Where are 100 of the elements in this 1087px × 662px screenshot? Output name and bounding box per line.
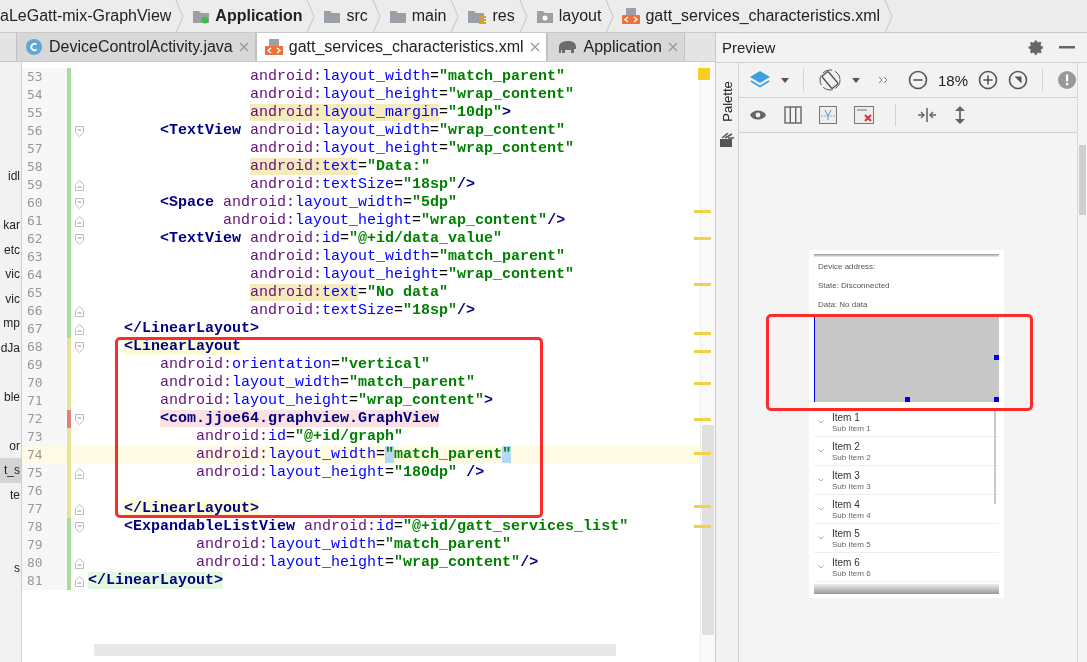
line-number: 61 <box>22 212 67 230</box>
item-subtitle: Sub Item 1 <box>831 423 871 433</box>
scrollbar-thumb[interactable] <box>701 425 714 635</box>
project-tree-item[interactable]: vic <box>0 286 21 311</box>
fold-icon[interactable] <box>75 413 84 425</box>
warning-indicator-icon <box>697 68 710 80</box>
line-number: 75 <box>22 464 67 482</box>
breadcrumb-item[interactable]: Application <box>184 0 307 32</box>
fold-icon[interactable] <box>75 341 84 353</box>
warning-stripe-mark <box>693 332 711 335</box>
fold-icon[interactable] <box>75 557 84 569</box>
item-title: Item 6 <box>831 556 861 568</box>
close-icon[interactable] <box>238 42 249 52</box>
vertical-resize-icon[interactable] <box>953 105 966 125</box>
line-number: 53 <box>22 68 67 86</box>
project-tree-item[interactable]: dJa <box>0 335 21 360</box>
fold-icon[interactable] <box>75 503 84 515</box>
folder-icon <box>388 8 407 24</box>
code-line: android:id="@+id/graph" <box>195 428 404 446</box>
preview-text: State: Disconnected <box>816 280 891 292</box>
fold-icon[interactable] <box>75 233 84 245</box>
chevron-down-icon <box>817 420 824 424</box>
warning-icon[interactable] <box>1057 70 1077 90</box>
settings-icon[interactable] <box>1028 39 1045 56</box>
project-tree-item[interactable]: etc <box>0 237 21 262</box>
line-number: 77 <box>22 500 67 518</box>
code-line: android:layout_width="match_parent" <box>159 374 476 392</box>
item-subtitle: Sub Item 6 <box>831 568 871 578</box>
breadcrumb-item[interactable]: main <box>380 0 451 32</box>
eye-icon[interactable] <box>748 109 767 121</box>
project-tree-item[interactable]: t_s <box>0 458 21 483</box>
fold-icon[interactable] <box>75 125 84 137</box>
project-tree-item[interactable]: kar <box>0 213 21 238</box>
item-title: Item 3 <box>831 469 861 481</box>
project-tree-item[interactable]: vic <box>0 262 21 287</box>
fold-icon[interactable] <box>75 467 84 479</box>
breadcrumb-item[interactable]: res <box>459 0 519 32</box>
project-tree-item[interactable]: s <box>0 556 21 581</box>
editor-tab[interactable]: Application <box>546 33 685 61</box>
module-folder-icon <box>192 8 211 24</box>
item-subtitle: Sub Item 4 <box>831 510 871 520</box>
zoom-out-icon[interactable] <box>907 70 928 90</box>
warning-stripe-mark <box>693 283 711 286</box>
fold-icon[interactable] <box>75 179 84 191</box>
breadcrumb-item[interactable]: src <box>315 0 372 32</box>
warning-stripe-mark <box>693 452 711 455</box>
rotate-icon[interactable] <box>817 68 842 92</box>
project-tree-item[interactable]: ble <box>0 384 21 409</box>
code-line: </LinearLayout> <box>123 320 260 338</box>
item-title: Item 4 <box>831 498 861 510</box>
resize-handle[interactable] <box>904 397 910 402</box>
minimize-icon[interactable] <box>1059 45 1075 50</box>
project-tree-item[interactable]: te <box>0 482 21 507</box>
line-number: 55 <box>22 104 67 122</box>
code-line: android:layout_height="180dp" /> <box>195 464 485 482</box>
fold-icon[interactable] <box>75 197 84 209</box>
line-number: 78 <box>22 518 67 536</box>
resize-handle[interactable] <box>993 397 999 402</box>
line-number: 76 <box>22 482 67 500</box>
close-icon[interactable] <box>667 42 678 52</box>
breadcrumb-item[interactable]: layout <box>527 0 606 32</box>
layers-icon[interactable] <box>748 70 771 90</box>
resize-handle[interactable] <box>993 355 999 360</box>
project-tree-item[interactable]: idl <box>0 164 21 189</box>
code-line: android:layout_height="wrap_content"> <box>159 392 494 410</box>
chevron-down-icon <box>817 449 824 453</box>
line-number: 62 <box>22 230 67 248</box>
item-title: Item 1 <box>831 411 861 423</box>
zoom-to-fit-icon[interactable] <box>1008 70 1028 90</box>
close-icon[interactable] <box>529 42 540 52</box>
project-tree-item[interactable]: mp <box>0 311 21 336</box>
code-line: android:layout_width="match_parent" <box>195 536 512 554</box>
palette-icon[interactable] <box>719 133 734 147</box>
project-tree-item[interactable]: or <box>0 433 21 458</box>
warning-stripe-mark <box>693 237 711 240</box>
code-line: android:layout_width="match_parent" <box>195 446 512 464</box>
line-number: 66 <box>22 302 67 320</box>
editor-tab[interactable]: gatt_services_characteristics.xml <box>255 33 547 61</box>
scrollbar-thumb[interactable] <box>1079 145 1086 215</box>
columns-icon[interactable] <box>783 106 802 124</box>
blueprint-icon[interactable] <box>818 106 837 124</box>
code-line: android:layout_height="wrap_content" <box>249 86 575 104</box>
fold-icon[interactable] <box>75 215 84 227</box>
zoom-in-icon[interactable] <box>978 70 998 90</box>
class-icon <box>25 38 43 56</box>
palette-tab[interactable]: Palette <box>717 75 736 127</box>
fold-icon[interactable] <box>75 323 84 335</box>
xml-file-icon <box>622 8 641 24</box>
collapse-horizontal-icon[interactable] <box>916 107 937 123</box>
preview-text: Device address: <box>816 261 877 273</box>
fold-icon[interactable] <box>75 521 84 533</box>
editor-tab[interactable]: DeviceControlActivity.java <box>16 33 256 61</box>
breadcrumb-item[interactable]: gatt_services_characteristics.xml <box>614 0 885 32</box>
line-number: 64 <box>22 266 67 284</box>
item-title: Item 2 <box>831 440 861 452</box>
more-icon[interactable] <box>877 76 890 84</box>
fold-icon[interactable] <box>75 575 84 587</box>
error-icon[interactable] <box>853 106 874 124</box>
fold-icon[interactable] <box>75 305 84 317</box>
breadcrumb-item[interactable]: aLeGatt-mix-GraphView <box>0 0 176 32</box>
